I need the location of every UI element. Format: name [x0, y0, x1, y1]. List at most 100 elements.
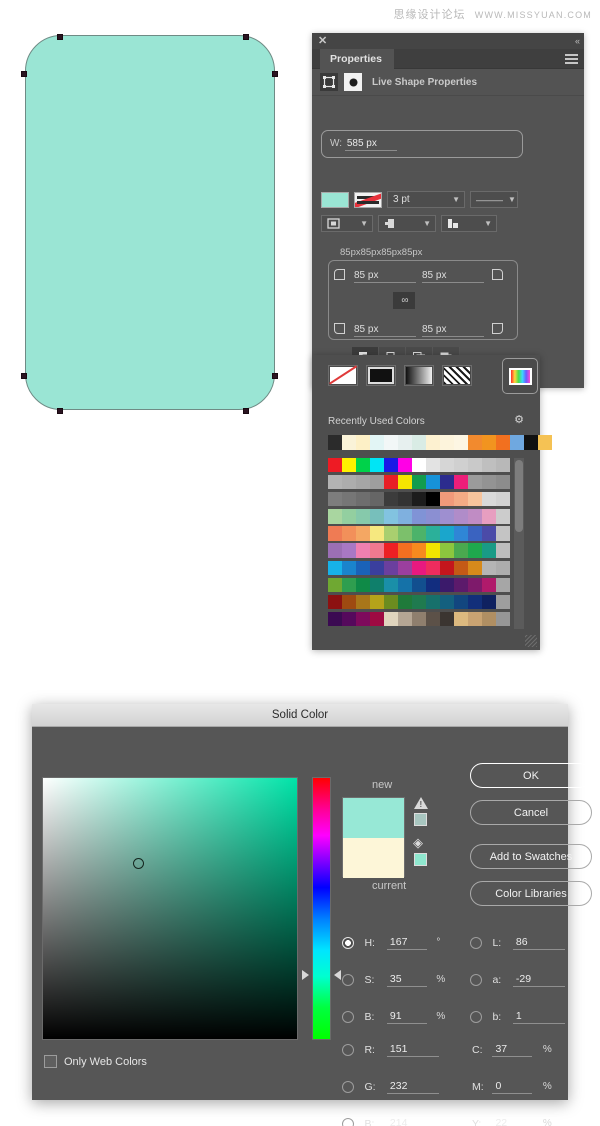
recent-color-swatch[interactable]	[496, 435, 510, 450]
color-swatch[interactable]	[342, 509, 356, 524]
recent-color-swatch[interactable]	[398, 435, 412, 450]
radio-g[interactable]	[342, 1080, 354, 1093]
stroke-corners-dropdown[interactable]: ▼	[441, 215, 497, 232]
recent-color-swatch[interactable]	[510, 435, 524, 450]
anchor-point[interactable]	[21, 373, 27, 379]
fill-color-swatch[interactable]	[321, 191, 349, 208]
y-value[interactable]: 22	[492, 1117, 532, 1126]
color-swatch[interactable]	[454, 594, 468, 609]
radio-b-lab[interactable]	[470, 1010, 482, 1023]
color-swatch[interactable]	[440, 492, 454, 507]
color-swatch[interactable]	[426, 509, 440, 524]
color-swatch[interactable]	[482, 577, 496, 592]
color-swatch[interactable]	[426, 458, 440, 473]
color-swatch[interactable]	[496, 543, 510, 558]
color-swatch[interactable]	[412, 458, 426, 473]
hue-slider[interactable]	[312, 777, 331, 1040]
color-swatch[interactable]	[398, 492, 412, 507]
color-swatch[interactable]	[384, 560, 398, 575]
fill-mode-color-picker-button[interactable]	[502, 358, 538, 394]
color-swatch[interactable]	[342, 543, 356, 558]
color-swatch[interactable]	[426, 526, 440, 541]
corner-radius-top-left[interactable]: 85 px	[354, 270, 416, 283]
corner-radius-bottom-left[interactable]: 85 px	[354, 324, 416, 337]
resize-grip[interactable]	[525, 635, 537, 647]
cmyk-row-c[interactable]: C: 37 %	[472, 1041, 552, 1067]
width-field[interactable]: W: 585 px	[330, 138, 397, 151]
color-swatch[interactable]	[328, 543, 342, 558]
color-swatch[interactable]	[398, 594, 412, 609]
color-swatch[interactable]	[328, 611, 342, 627]
color-swatch[interactable]	[482, 526, 496, 541]
color-swatch[interactable]	[370, 560, 384, 575]
recent-color-swatch[interactable]	[356, 435, 370, 450]
color-swatch[interactable]	[454, 475, 468, 490]
color-swatch[interactable]	[342, 475, 356, 490]
color-swatch[interactable]	[454, 543, 468, 558]
anchor-point[interactable]	[243, 34, 249, 40]
shape-transform-icon[interactable]	[320, 73, 338, 91]
color-swatch[interactable]	[426, 577, 440, 592]
color-swatch[interactable]	[384, 509, 398, 524]
radio-l[interactable]	[470, 936, 482, 949]
color-swatch[interactable]	[468, 458, 482, 473]
stroke-weight-dropdown[interactable]: 3 pt ▼	[387, 191, 465, 208]
hue-slider-left-handle[interactable]	[302, 970, 309, 980]
color-swatch[interactable]	[370, 458, 384, 473]
recent-color-swatch[interactable]	[440, 435, 454, 450]
color-swatch[interactable]	[454, 458, 468, 473]
anchor-point[interactable]	[57, 408, 63, 414]
color-swatch[interactable]	[440, 594, 454, 609]
b-lab-value[interactable]: 1	[512, 1010, 565, 1024]
color-swatch[interactable]	[496, 526, 510, 541]
anchor-point[interactable]	[57, 34, 63, 40]
corner-bl-icon[interactable]	[334, 323, 345, 334]
color-swatch[interactable]	[482, 611, 496, 627]
recent-color-swatch[interactable]	[384, 435, 398, 450]
stroke-align-dropdown[interactable]: ▼	[321, 215, 373, 232]
color-swatch[interactable]	[398, 509, 412, 524]
color-swatch[interactable]	[426, 543, 440, 558]
fill-mode-none-button[interactable]	[328, 365, 358, 386]
color-swatch[interactable]	[482, 543, 496, 558]
fill-mode-gradient-button[interactable]	[404, 365, 434, 386]
tab-properties[interactable]: Properties	[320, 49, 394, 69]
color-swatch[interactable]	[496, 475, 510, 490]
only-web-colors-checkbox[interactable]	[44, 1055, 57, 1068]
cancel-button[interactable]: Cancel	[470, 800, 592, 825]
color-swatch[interactable]	[468, 475, 482, 490]
hsb-row-b[interactable]: B: 91 %	[342, 1008, 445, 1034]
color-swatch[interactable]	[412, 611, 426, 627]
cmyk-row-m[interactable]: M: 0 %	[472, 1078, 552, 1104]
color-swatch[interactable]	[412, 492, 426, 507]
color-swatch[interactable]	[370, 475, 384, 490]
color-swatch[interactable]	[440, 560, 454, 575]
color-swatch[interactable]	[370, 611, 384, 627]
width-value[interactable]: 585 px	[344, 138, 397, 151]
recent-color-swatch[interactable]	[328, 435, 342, 450]
gamut-safe-color-swatch[interactable]	[414, 813, 427, 826]
color-swatch[interactable]	[412, 594, 426, 609]
recent-colors-strip[interactable]	[328, 435, 552, 450]
new-color-swatch[interactable]	[343, 798, 404, 838]
corner-tl-icon[interactable]	[334, 269, 345, 280]
add-to-swatches-button[interactable]: Add to Swatches	[470, 844, 592, 869]
color-swatch[interactable]	[496, 492, 510, 507]
color-swatch[interactable]	[370, 526, 384, 541]
anchor-point[interactable]	[272, 373, 278, 379]
only-web-colors-row[interactable]: Only Web Colors	[44, 1055, 147, 1068]
color-picker-marker[interactable]	[133, 858, 144, 869]
color-swatch[interactable]	[384, 543, 398, 558]
recent-color-swatch[interactable]	[412, 435, 426, 450]
color-swatch[interactable]	[440, 509, 454, 524]
color-swatch[interactable]	[328, 526, 342, 541]
color-swatch[interactable]	[440, 543, 454, 558]
fill-mode-solid-button[interactable]	[366, 365, 396, 386]
fill-mode-pattern-button[interactable]	[442, 365, 472, 386]
color-swatch[interactable]	[468, 560, 482, 575]
lab-row-a[interactable]: a: -29	[470, 971, 565, 997]
color-swatch[interactable]	[454, 509, 468, 524]
recent-color-swatch[interactable]	[454, 435, 468, 450]
stroke-style-swatch[interactable]	[354, 191, 382, 208]
color-swatch[interactable]	[426, 492, 440, 507]
